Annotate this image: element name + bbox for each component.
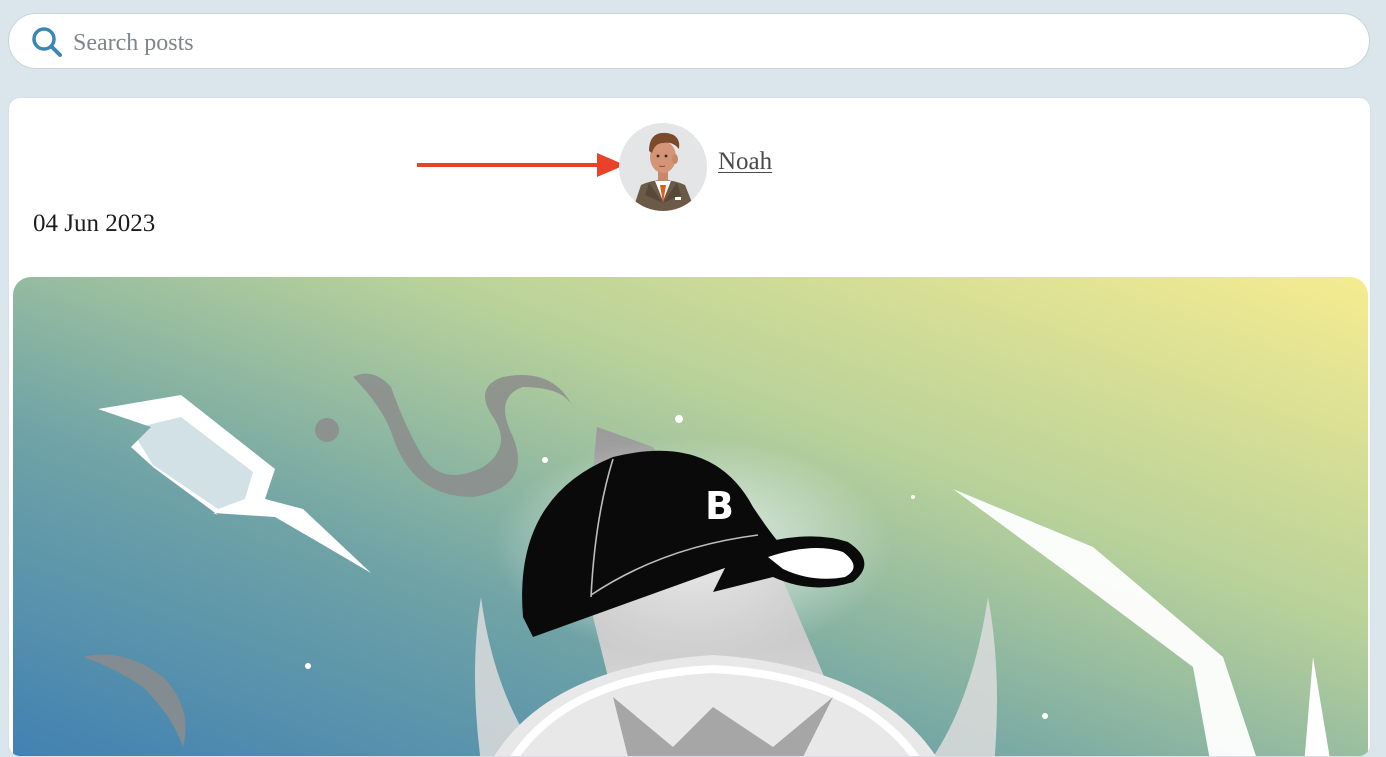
post-date: 04 Jun 2023 — [33, 210, 156, 237]
search-icon — [32, 27, 62, 57]
post-illustration: B — [13, 277, 1368, 756]
post-image[interactable]: B — [13, 277, 1368, 756]
author-name-link[interactable]: Noah — [718, 148, 772, 176]
cap-letter: B — [705, 484, 734, 528]
search-bar[interactable] — [8, 13, 1370, 69]
search-input[interactable] — [71, 22, 1335, 64]
author-avatar[interactable] — [619, 123, 707, 211]
post-card: Noah 04 Jun 2023 B — [8, 97, 1371, 757]
avatar-illustration — [619, 123, 707, 211]
annotation-arrow-icon — [417, 153, 625, 177]
